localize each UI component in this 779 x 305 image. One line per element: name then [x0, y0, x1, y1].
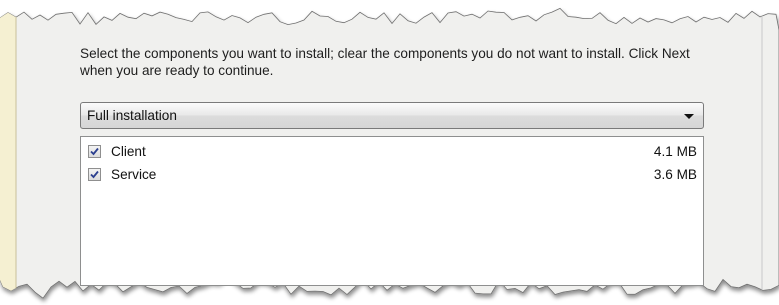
service-checkbox[interactable]	[88, 168, 101, 181]
component-row-service[interactable]: Service 3.6 MB	[87, 166, 697, 186]
components-list[interactable]: Client 4.1 MB Service 3.6 MB	[80, 136, 704, 286]
dropdown-arrow-icon[interactable]	[684, 114, 694, 119]
checkmark-icon	[90, 147, 99, 156]
install-type-dropdown[interactable]: Full installation	[80, 102, 704, 129]
install-type-value: Full installation	[87, 108, 177, 123]
component-size: 3.6 MB	[653, 167, 697, 182]
component-row-client[interactable]: Client 4.1 MB	[87, 143, 697, 163]
components-panel: Select the components you want to instal…	[0, 0, 779, 305]
instruction-text: Select the components you want to instal…	[80, 46, 690, 78]
checkmark-icon	[90, 170, 99, 179]
component-size: 4.1 MB	[653, 144, 697, 159]
component-label: Service	[111, 167, 157, 182]
client-checkbox[interactable]	[88, 145, 101, 158]
component-label: Client	[111, 144, 146, 159]
